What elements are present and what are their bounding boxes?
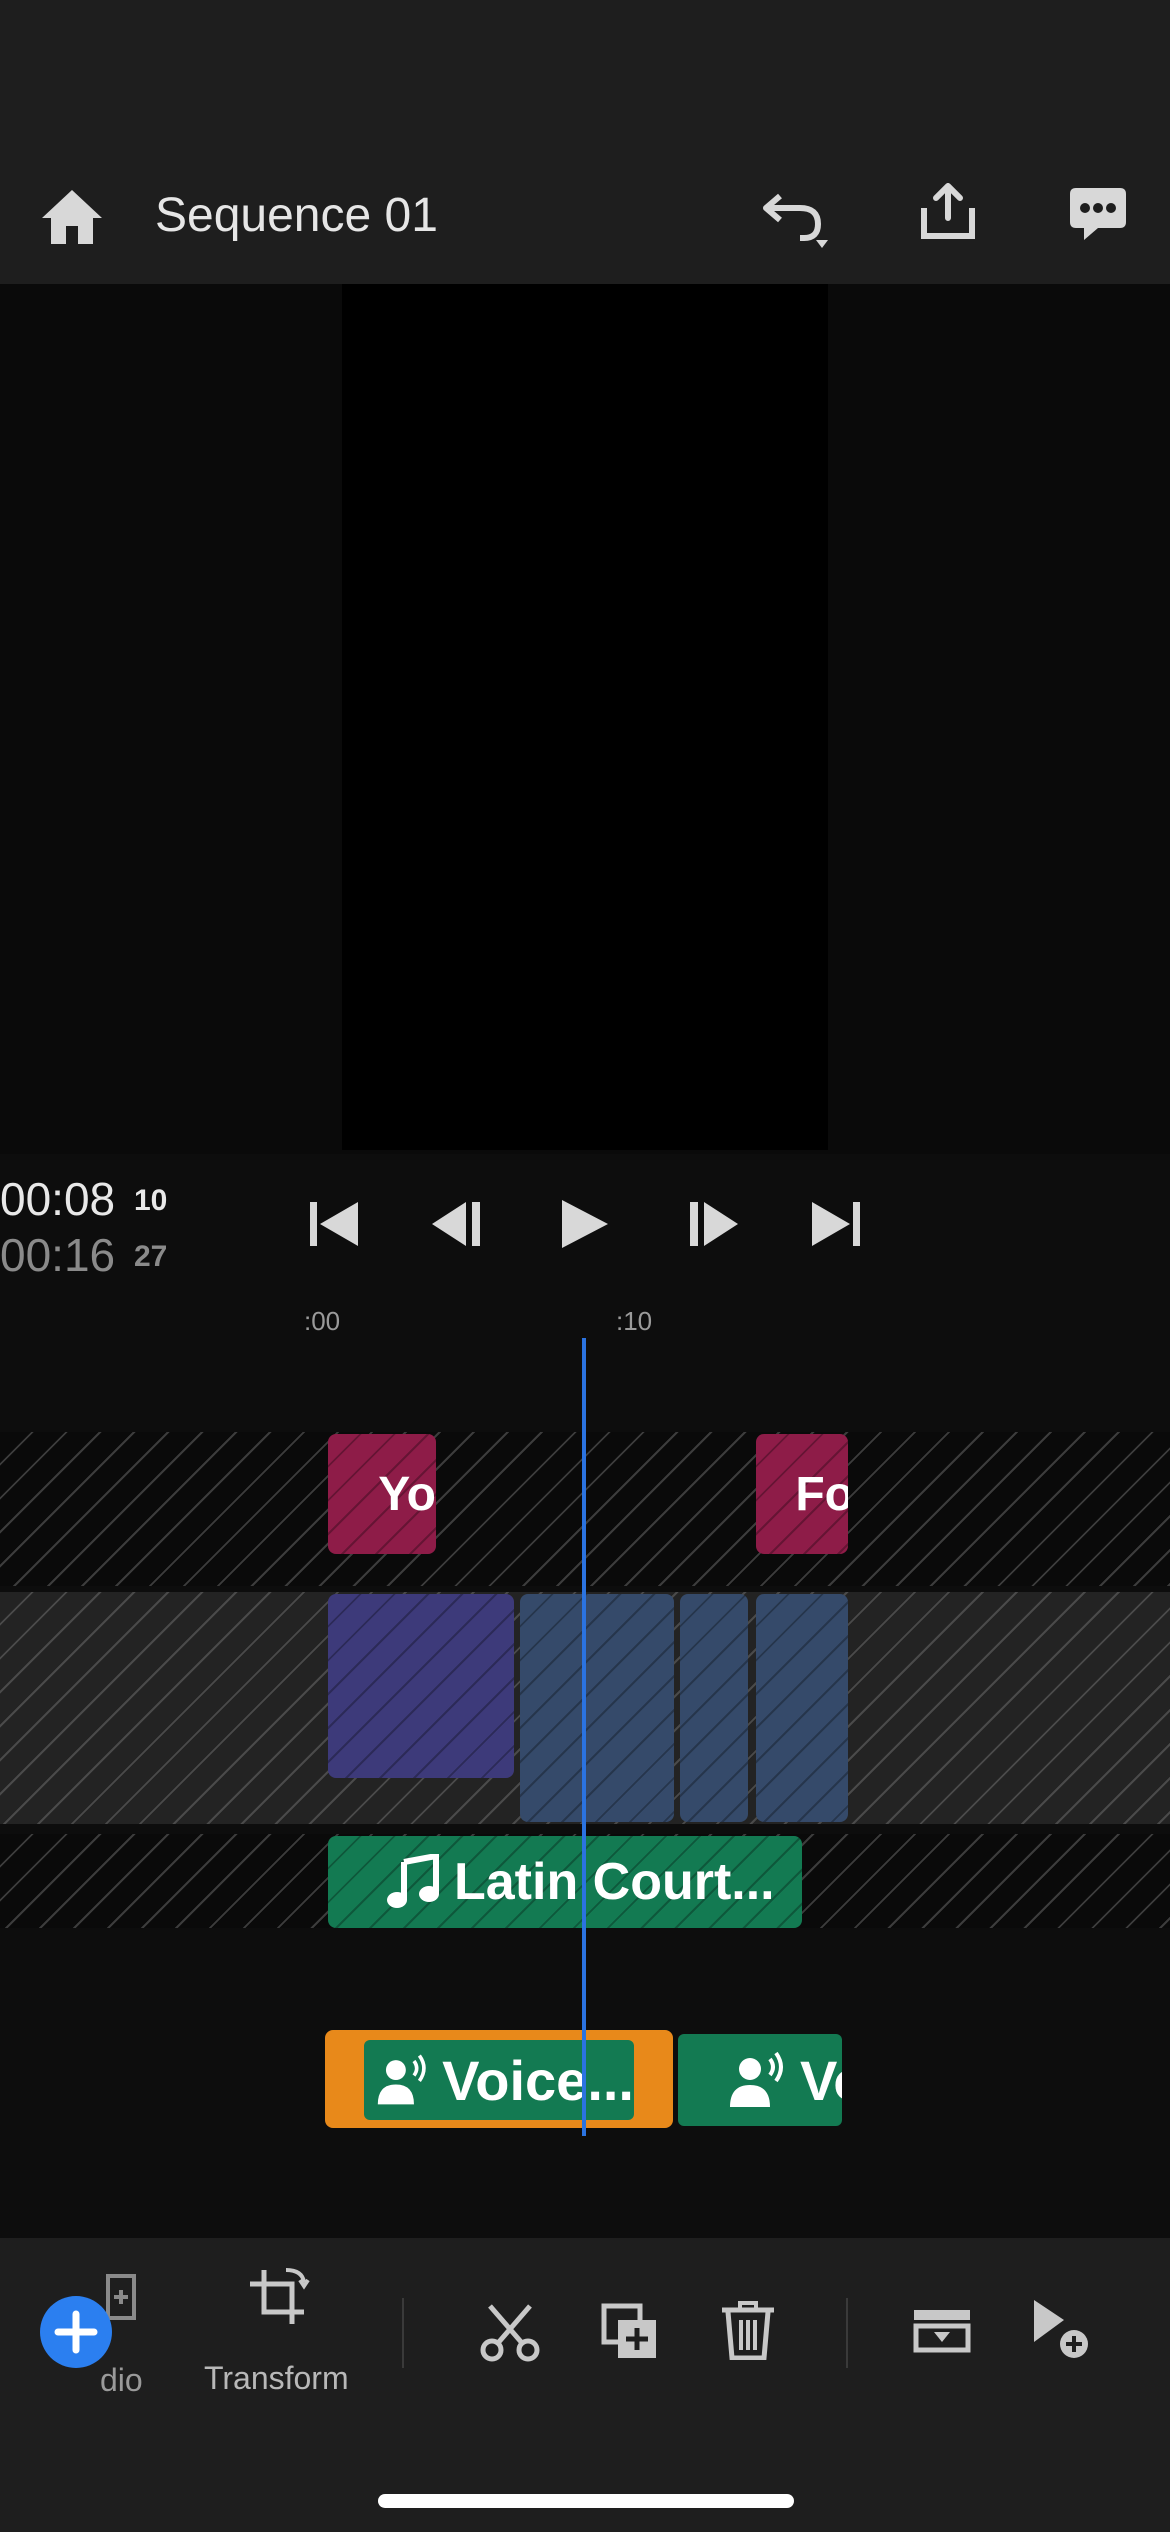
share-icon[interactable] — [918, 182, 978, 242]
playhead[interactable] — [582, 1338, 586, 2136]
skip-to-end-icon[interactable] — [804, 1192, 868, 1256]
voice-clip-label: Vo — [800, 2048, 842, 2112]
video-preview[interactable] — [342, 284, 828, 1150]
feedback-icon[interactable] — [1068, 184, 1128, 244]
voice-clip-label: Voice... — [442, 2048, 634, 2112]
voiceover-icon — [730, 2051, 783, 2107]
total-timecode: 00:16 — [0, 1229, 116, 1281]
video-clip[interactable] — [520, 1594, 674, 1822]
toolbar-divider — [846, 2298, 848, 2368]
title-clip-label: Fo — [795, 1467, 848, 1521]
insert-icon[interactable] — [1030, 2298, 1094, 2362]
ruler-mark-10: :10 — [616, 1306, 653, 1336]
bottom-toolbar — [0, 2238, 1170, 2532]
title-clip[interactable]: Fo — [756, 1434, 848, 1554]
play-icon[interactable] — [552, 1192, 616, 1256]
voice-clip[interactable]: Vo — [678, 2034, 842, 2126]
toolbar-divider — [402, 2298, 404, 2368]
voice-clip[interactable]: Voice... — [364, 2040, 634, 2120]
scissors-icon[interactable] — [478, 2300, 542, 2364]
step-forward-icon[interactable] — [678, 1192, 742, 1256]
title-clip[interactable]: Yo — [328, 1434, 436, 1554]
home-indicator[interactable] — [378, 2494, 794, 2508]
trash-icon[interactable] — [720, 2300, 776, 2360]
title-clip-label: Yo — [378, 1467, 436, 1521]
step-back-icon[interactable] — [428, 1192, 492, 1256]
replace-icon[interactable] — [912, 2306, 972, 2354]
skip-to-start-icon[interactable] — [302, 1192, 366, 1256]
home-icon[interactable] — [40, 186, 104, 246]
music-clip[interactable]: Latin Court... — [328, 1836, 802, 1928]
music-note-icon — [387, 1854, 439, 1908]
transform-label: Transform — [204, 2360, 349, 2396]
transform-icon[interactable] — [246, 2266, 310, 2330]
ruler-mark-start: :00 — [304, 1306, 341, 1336]
music-clip-label: Latin Court... — [454, 1853, 775, 1911]
status-bar — [0, 0, 1170, 176]
undo-icon[interactable] — [760, 186, 832, 250]
add-icon[interactable] — [40, 2296, 112, 2368]
video-clip[interactable] — [680, 1594, 748, 1822]
duplicate-icon[interactable] — [600, 2302, 660, 2362]
total-frames: 27 — [134, 1240, 168, 1273]
video-clip[interactable] — [328, 1594, 514, 1778]
sequence-title[interactable]: Sequence 01 — [155, 186, 438, 246]
current-frames: 10 — [134, 1184, 168, 1217]
current-timecode: 00:08 — [0, 1173, 116, 1225]
video-clip[interactable] — [756, 1594, 848, 1822]
voiceover-icon — [377, 2054, 426, 2105]
